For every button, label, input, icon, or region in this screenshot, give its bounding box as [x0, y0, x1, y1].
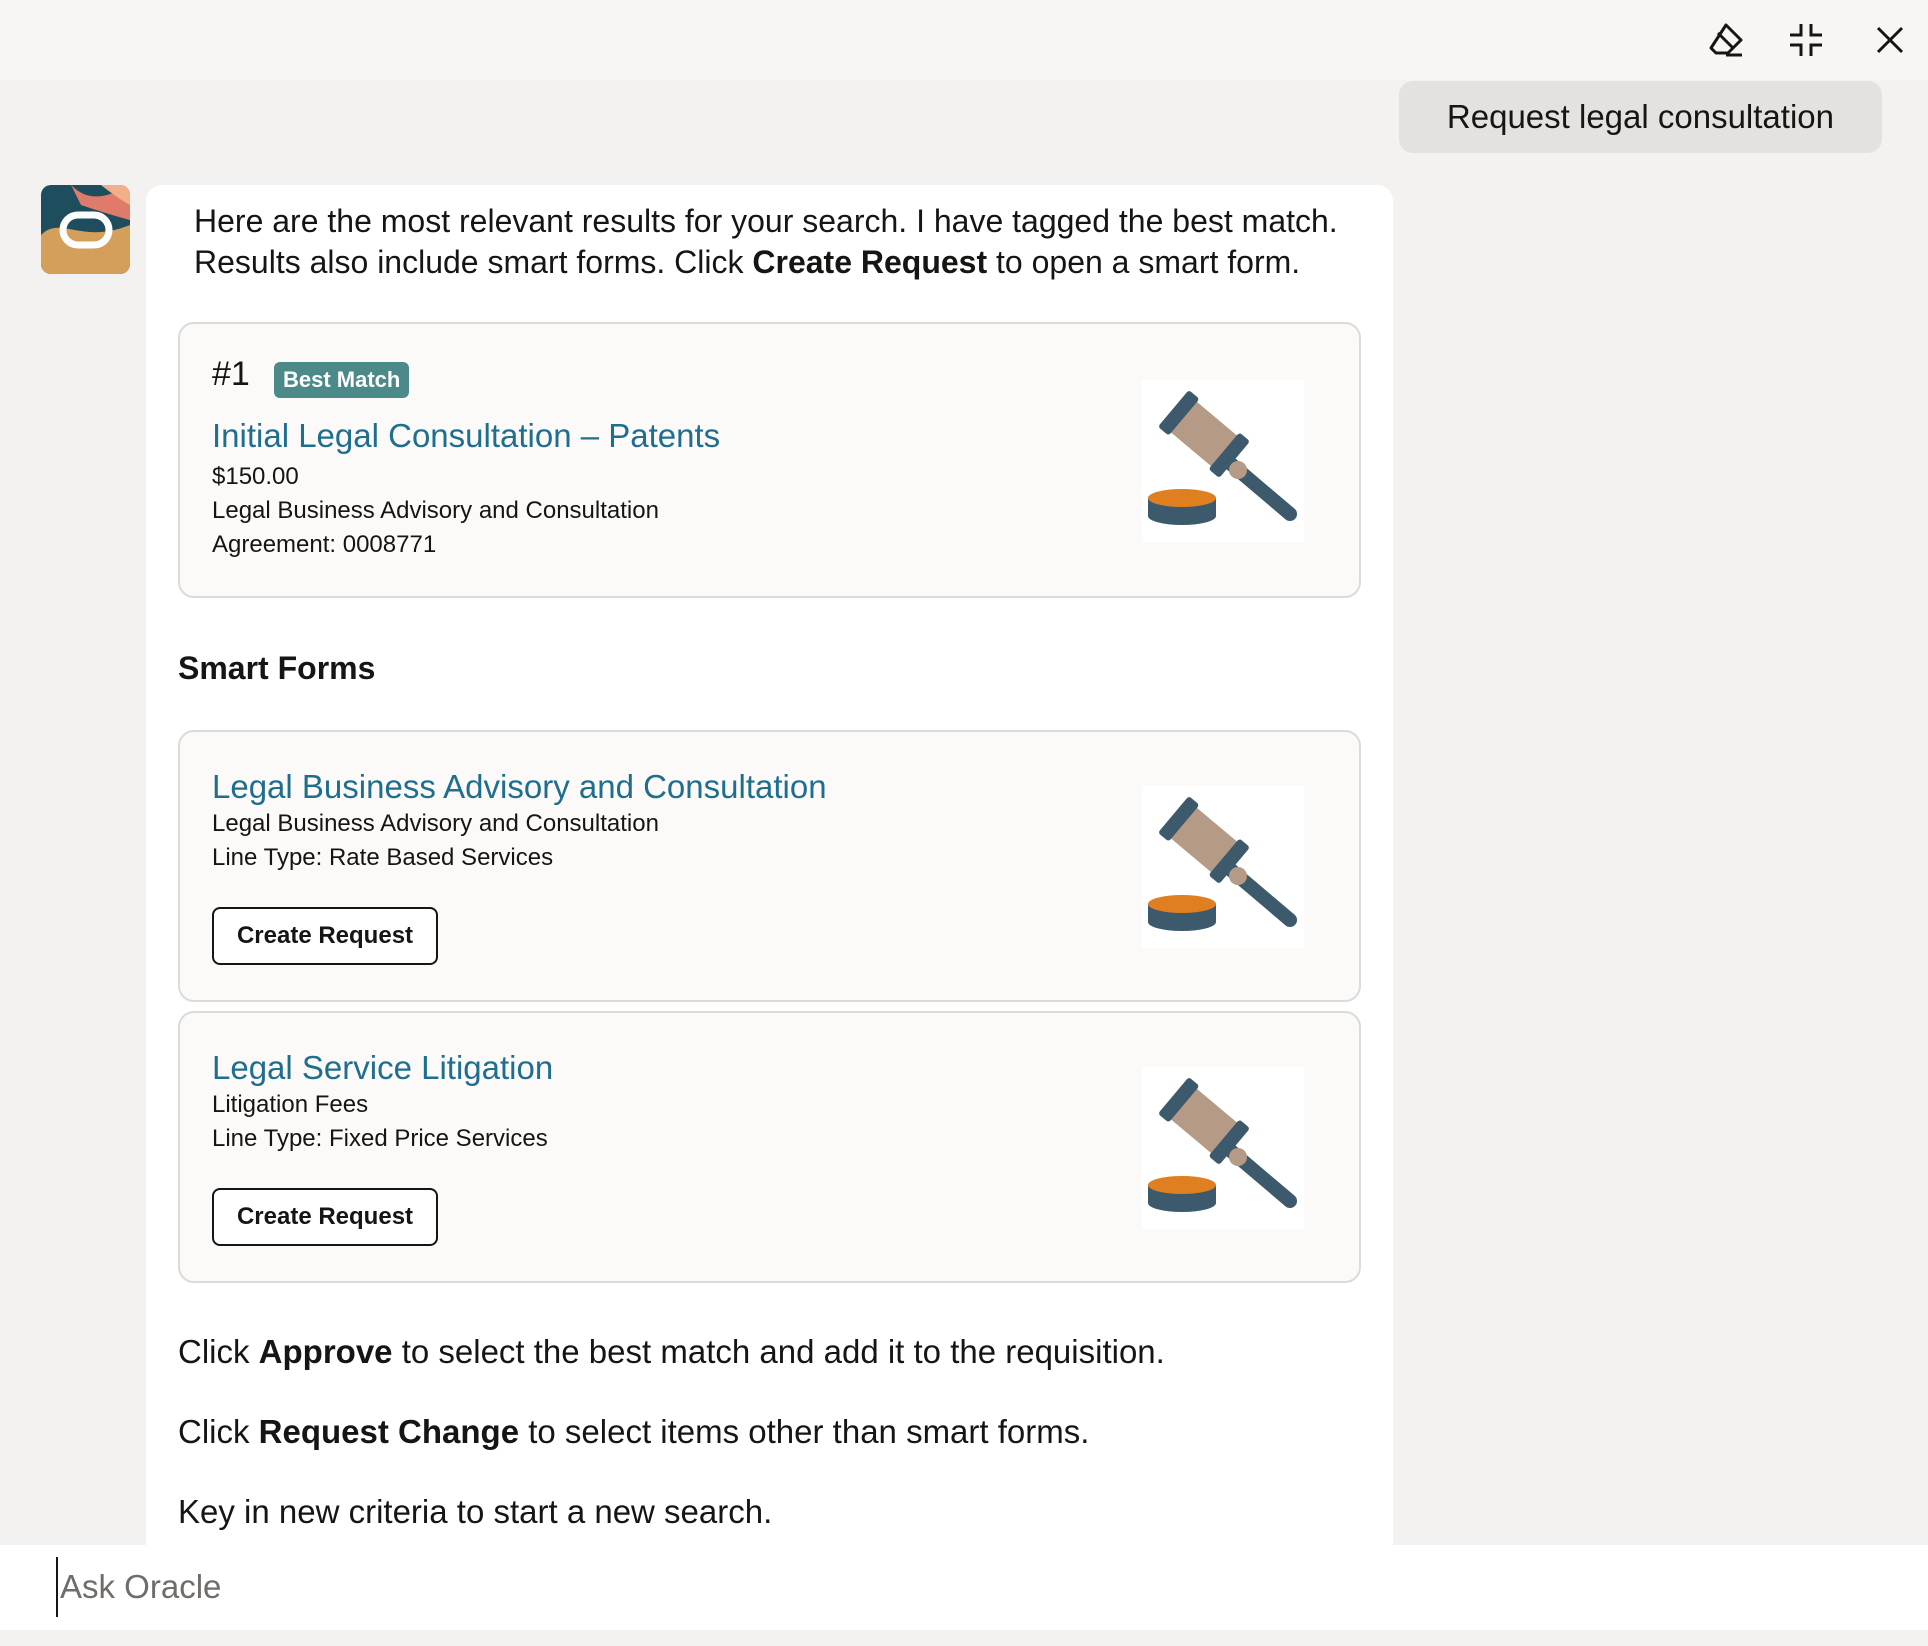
- gavel-icon: [1142, 1067, 1304, 1229]
- oracle-avatar: [41, 185, 130, 274]
- change-tail: to select items other than smart forms.: [519, 1413, 1090, 1450]
- best-match-title-link[interactable]: Initial Legal Consultation – Patents: [212, 416, 720, 456]
- approve-text: Click: [178, 1333, 259, 1370]
- ask-oracle-input[interactable]: [56, 1557, 1856, 1617]
- change-text: Click: [178, 1413, 259, 1450]
- bottom-strip: [0, 1630, 1928, 1646]
- intro-line-2-emphasis: Create Request: [752, 244, 988, 280]
- chat-input-bar: [0, 1545, 1928, 1630]
- approve-instruction: Click Approve to select the best match a…: [178, 1332, 1165, 1372]
- intro-line-1: Here are the most relevant results for y…: [194, 203, 1338, 239]
- intro-line-2-tail: to open a smart form.: [987, 244, 1301, 280]
- eraser-icon[interactable]: [1700, 14, 1752, 66]
- smart-form-card: Legal Business Advisory and Consultation…: [178, 730, 1361, 1002]
- smart-form-line-type: Line Type: Rate Based Services: [212, 844, 554, 871]
- best-match-category: Legal Business Advisory and Consultation: [212, 497, 659, 524]
- best-match-card: #1 Best Match Initial Legal Consultation…: [178, 322, 1361, 598]
- change-emphasis: Request Change: [258, 1413, 520, 1450]
- smart-form-subtitle: Legal Business Advisory and Consultation: [212, 810, 659, 837]
- top-toolbar: [0, 0, 1928, 80]
- gavel-icon: [1142, 786, 1304, 948]
- user-message-bubble: Request legal consultation: [1398, 81, 1882, 153]
- request-change-instruction: Click Request Change to select items oth…: [178, 1412, 1089, 1452]
- best-match-badge: Best Match: [274, 362, 410, 398]
- close-icon[interactable]: [1864, 14, 1916, 66]
- rank-label: #1: [212, 355, 250, 393]
- gavel-icon: [1142, 380, 1304, 542]
- approve-tail: to select the best match and add it to t…: [392, 1333, 1165, 1370]
- create-request-button[interactable]: Create Request: [212, 1188, 438, 1246]
- smart-form-title-link[interactable]: Legal Business Advisory and Consultation: [212, 767, 827, 807]
- approve-emphasis: Approve: [258, 1333, 393, 1370]
- smart-form-card: Legal Service Litigation Litigation Fees…: [178, 1011, 1361, 1283]
- intro-line-2-text: Results also include smart forms. Click: [194, 244, 753, 280]
- intro-line-2: Results also include smart forms. Click …: [194, 242, 1374, 283]
- best-match-agreement: Agreement: 0008771: [212, 531, 437, 558]
- create-request-button[interactable]: Create Request: [212, 907, 438, 965]
- new-search-instruction: Key in new criteria to start a new searc…: [178, 1493, 773, 1530]
- collapse-icon[interactable]: [1780, 14, 1832, 66]
- intro-message: Here are the most relevant results for y…: [194, 201, 1374, 283]
- best-match-price: $150.00: [212, 463, 299, 490]
- smart-form-title-link[interactable]: Legal Service Litigation: [212, 1048, 553, 1088]
- smart-form-subtitle: Litigation Fees: [212, 1091, 369, 1118]
- smart-forms-heading: Smart Forms: [178, 650, 376, 686]
- smart-form-line-type: Line Type: Fixed Price Services: [212, 1125, 548, 1152]
- bot-response-panel: Here are the most relevant results for y…: [146, 185, 1393, 1546]
